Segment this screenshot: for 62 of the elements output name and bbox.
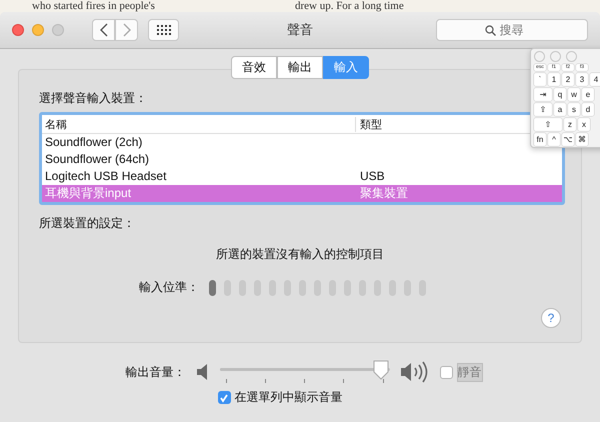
- mute-label: 靜音: [456, 362, 482, 382]
- keyboard-key[interactable]: ⇥: [534, 88, 552, 101]
- background-text: drew up. For a long time: [294, 0, 404, 12]
- keyboard-key[interactable]: ⇪: [534, 103, 552, 116]
- speaker-icon: [196, 363, 210, 381]
- device-row[interactable]: Logitech USB Headset USB: [42, 168, 562, 185]
- minimize-button[interactable]: [32, 24, 44, 36]
- back-button[interactable]: [92, 19, 115, 41]
- grid-icon: [156, 25, 170, 35]
- keyboard-key[interactable]: ⇧: [534, 118, 562, 131]
- keyboard-key[interactable]: ⌘: [576, 133, 588, 146]
- tab[interactable]: 音效: [231, 56, 277, 79]
- keyboard-key[interactable]: w: [568, 88, 580, 101]
- device-type: USB: [359, 169, 385, 184]
- keyboard-key[interactable]: 3: [576, 73, 588, 86]
- keyboard-key[interactable]: ^: [548, 133, 560, 146]
- zoom-button[interactable]: [52, 24, 64, 36]
- volume-slider[interactable]: [220, 362, 390, 382]
- section-heading: 所選裝置的設定：: [39, 215, 135, 232]
- chevron-right-icon: [123, 24, 130, 36]
- show-volume-label: 在選單列中顯示音量: [234, 389, 342, 406]
- column-header[interactable]: 名稱: [42, 116, 355, 132]
- output-volume-label: 輸出音量：: [126, 364, 186, 380]
- device-row[interactable]: Soundflower (64ch): [42, 151, 562, 168]
- input-level-label: 輸入位準：: [139, 279, 199, 296]
- keyboard-key[interactable]: q: [554, 88, 566, 101]
- show-volume-checkbox[interactable]: [218, 391, 230, 404]
- slider-thumb[interactable]: [372, 360, 390, 380]
- show-all-button[interactable]: [148, 19, 179, 41]
- keyboard-key[interactable]: `: [534, 73, 546, 86]
- keyboard-key[interactable]: e: [582, 88, 594, 101]
- window-button[interactable]: [566, 51, 577, 62]
- window-button[interactable]: [550, 51, 561, 62]
- message-text: 所選的裝置沒有輸入的控制項目: [216, 246, 384, 263]
- keyboard-key[interactable]: d: [582, 103, 594, 116]
- window-title: 聲音: [287, 21, 313, 39]
- background-text: who started fires in people's: [32, 0, 155, 12]
- tab[interactable]: 輸出: [277, 56, 323, 79]
- device-name: Logitech USB Headset: [44, 169, 168, 184]
- search-field[interactable]: 搜尋: [436, 19, 588, 41]
- speaker-loud-icon: [400, 361, 430, 383]
- keyboard-key[interactable]: x: [578, 118, 590, 131]
- help-button[interactable]: ?: [541, 308, 561, 328]
- device-type: 聚集裝置: [359, 186, 408, 201]
- window-button[interactable]: [534, 51, 545, 62]
- keyboard-key[interactable]: 4: [590, 73, 600, 86]
- close-button[interactable]: [12, 24, 24, 36]
- keyboard-key[interactable]: 1: [548, 73, 560, 86]
- device-name: 耳機與背景input: [44, 186, 132, 201]
- device-name: Soundflower (64ch): [44, 152, 150, 167]
- keyboard-key[interactable]: fn: [534, 133, 546, 146]
- column-header[interactable]: 類型: [355, 116, 382, 132]
- chevron-left-icon: [100, 24, 107, 36]
- mute-checkbox[interactable]: [440, 366, 452, 378]
- search-input[interactable]: 搜尋: [500, 23, 540, 37]
- keyboard-key[interactable]: a: [554, 103, 566, 116]
- keyboard-key[interactable]: ⌥: [562, 133, 574, 146]
- keyboard-key[interactable]: s: [568, 103, 580, 116]
- keyboard-key[interactable]: z: [564, 118, 576, 131]
- search-icon: [484, 24, 496, 36]
- section-heading: 選擇聲音輸入裝置：: [39, 90, 147, 107]
- keyboard-key[interactable]: 2: [562, 73, 574, 86]
